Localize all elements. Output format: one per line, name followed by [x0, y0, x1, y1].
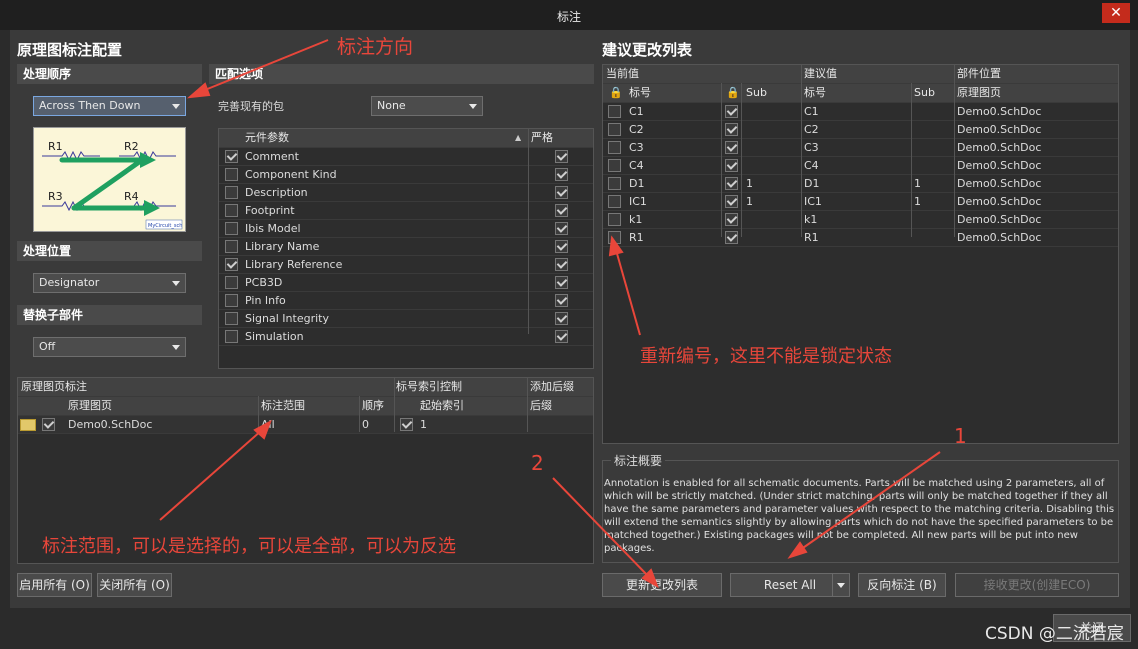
annotation-direction-label: 标注方向: [337, 36, 413, 58]
annotation-arrows: 标注方向 重新编号，这里不能是锁定状态 标注范围，可以是选择的，可以是全部，可以…: [42, 36, 967, 589]
annotation-renumber-label: 重新编号，这里不能是锁定状态: [640, 346, 892, 367]
watermark: CSDN @二流若宸: [985, 624, 1124, 644]
annotation-scope-label: 标注范围，可以是选择的，可以是全部，可以为反选: [42, 536, 456, 557]
annotation-number-1: 1: [954, 424, 967, 448]
annotation-number-2: 2: [531, 451, 544, 475]
